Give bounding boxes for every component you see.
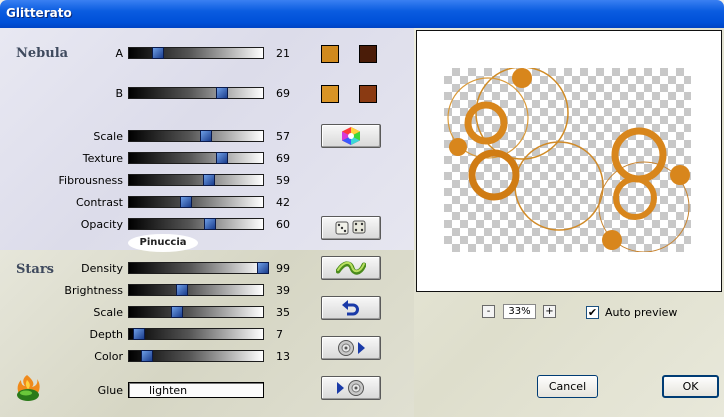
nebula-scale-value: 57 bbox=[276, 130, 290, 143]
plugin-logo-icon bbox=[17, 375, 40, 401]
save-preset-button[interactable] bbox=[321, 376, 381, 400]
nebula-b-thumb[interactable] bbox=[216, 87, 229, 99]
stars-color-label: Color bbox=[94, 350, 123, 363]
stars-brightness-value: 39 bbox=[276, 284, 290, 297]
nebula-b-label: B bbox=[115, 87, 123, 100]
wave-icon bbox=[336, 261, 366, 275]
stars-scale-label: Scale bbox=[93, 306, 123, 319]
nebula-contrast-thumb[interactable] bbox=[180, 196, 193, 208]
nebula-b-slider[interactable] bbox=[128, 87, 264, 99]
nebula-opacity-thumb[interactable] bbox=[204, 218, 217, 230]
nebula-b-value: 69 bbox=[276, 87, 290, 100]
stars-color-slider[interactable] bbox=[128, 350, 264, 362]
dice-icon bbox=[335, 220, 366, 235]
title-bar[interactable]: Glitterato bbox=[0, 0, 724, 28]
reset-button[interactable] bbox=[321, 296, 381, 320]
nebula-opacity-label: Opacity bbox=[80, 218, 123, 231]
nebula-opacity-value: 60 bbox=[276, 218, 290, 231]
color-hexagon-icon bbox=[342, 127, 360, 145]
nebula-texture-value: 69 bbox=[276, 152, 290, 165]
stars-depth-label: Depth bbox=[89, 328, 123, 341]
window-title: Glitterato bbox=[6, 6, 72, 20]
nebula-opacity-slider[interactable] bbox=[128, 218, 264, 230]
stars-depth-thumb[interactable] bbox=[133, 328, 146, 340]
nebula-a-label: A bbox=[115, 47, 123, 60]
stars-color-thumb[interactable] bbox=[141, 350, 154, 362]
nebula-fibrousness-label: Fibrousness bbox=[58, 174, 123, 187]
nebula-texture-label: Texture bbox=[82, 152, 123, 165]
random-dice-button[interactable] bbox=[321, 216, 381, 240]
stars-depth-slider[interactable] bbox=[128, 328, 264, 340]
nebula-contrast-value: 42 bbox=[276, 196, 290, 209]
nebula-contrast-slider[interactable] bbox=[128, 196, 264, 208]
undo-arrow-icon bbox=[342, 300, 359, 316]
glue-value: lighten bbox=[149, 384, 188, 397]
nebula-scale-thumb[interactable] bbox=[200, 130, 213, 142]
nebula-scale-label: Scale bbox=[93, 130, 123, 143]
color-a-secondary-swatch[interactable] bbox=[359, 45, 377, 63]
stars-density-slider[interactable] bbox=[128, 262, 269, 274]
stars-brightness-slider[interactable] bbox=[128, 284, 264, 296]
stars-density-label: Density bbox=[81, 262, 123, 275]
stars-brightness-thumb[interactable] bbox=[176, 284, 189, 296]
disc-save-icon bbox=[337, 380, 364, 396]
zoom-level: 33% bbox=[503, 304, 536, 319]
pinuccia-watermark: Pinuccia bbox=[128, 234, 198, 252]
preview-image bbox=[447, 68, 690, 252]
stars-scale-value: 35 bbox=[276, 306, 290, 319]
wave-button[interactable] bbox=[321, 256, 381, 280]
nebula-fibrousness-thumb[interactable] bbox=[203, 174, 216, 186]
stars-scale-thumb[interactable] bbox=[170, 306, 183, 318]
stars-color-value: 13 bbox=[276, 350, 290, 363]
nebula-texture-thumb[interactable] bbox=[216, 152, 229, 164]
stars-scale-slider[interactable] bbox=[128, 306, 264, 318]
cancel-button[interactable]: Cancel bbox=[537, 375, 598, 398]
ok-button[interactable]: OK bbox=[662, 375, 719, 398]
glitterato-dialog: Glitterato Nebula Stars A 21 B 69 Scale … bbox=[0, 0, 724, 417]
zoom-in-button[interactable]: + bbox=[543, 305, 556, 318]
glue-select[interactable]: lighten bbox=[128, 382, 264, 398]
nebula-a-value: 21 bbox=[276, 47, 290, 60]
stars-brightness-label: Brightness bbox=[64, 284, 123, 297]
stars-density-value: 99 bbox=[276, 262, 290, 275]
color-b-secondary-swatch[interactable] bbox=[359, 85, 377, 103]
color-a-primary-swatch[interactable] bbox=[321, 45, 339, 63]
nebula-a-slider[interactable] bbox=[128, 47, 264, 59]
nebula-texture-slider[interactable] bbox=[128, 152, 264, 164]
nebula-fibrousness-slider[interactable] bbox=[128, 174, 264, 186]
stars-density-thumb[interactable] bbox=[256, 262, 269, 274]
disc-load-icon bbox=[338, 340, 365, 356]
zoom-out-button[interactable]: - bbox=[482, 305, 495, 318]
nebula-fibrousness-value: 59 bbox=[276, 174, 290, 187]
stars-depth-value: 7 bbox=[276, 328, 283, 341]
auto-preview-checkbox[interactable]: ✔ bbox=[586, 306, 599, 319]
auto-preview-label[interactable]: Auto preview bbox=[605, 306, 677, 319]
load-preset-button[interactable] bbox=[321, 336, 381, 360]
nebula-scale-slider[interactable] bbox=[128, 130, 264, 142]
nebula-contrast-label: Contrast bbox=[75, 196, 123, 209]
color-b-primary-swatch[interactable] bbox=[321, 85, 339, 103]
color-wheel-button[interactable] bbox=[321, 124, 381, 148]
nebula-a-thumb[interactable] bbox=[152, 47, 165, 59]
